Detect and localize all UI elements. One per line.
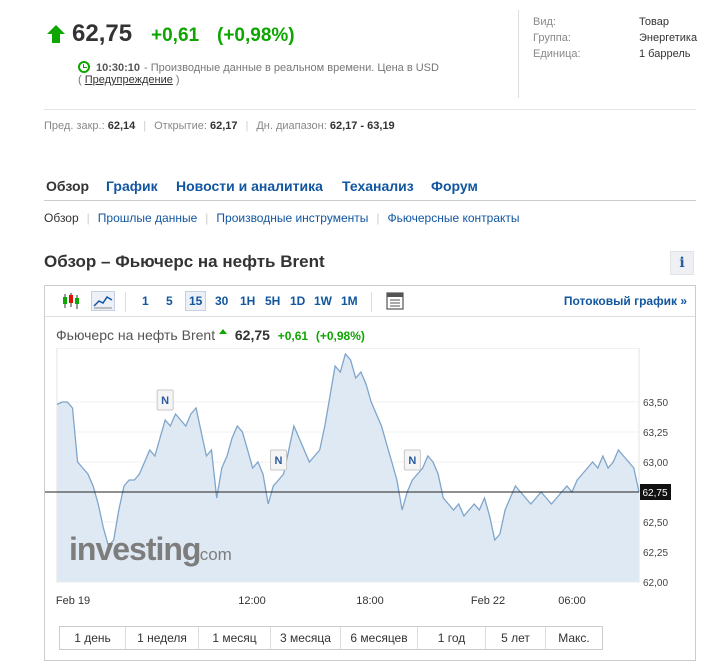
- disclaimer-row: ( Предупреждение ): [78, 74, 180, 86]
- y-tick-label: 62,25: [643, 548, 668, 559]
- paren-close: ): [175, 74, 180, 86]
- tab-news-analysis[interactable]: Новости и аналитика: [176, 178, 323, 194]
- range-1w[interactable]: 1 неделя: [126, 627, 199, 649]
- range-1d[interactable]: 1 день: [60, 627, 126, 649]
- section-title: Обзор – Фьючерс на нефть Brent: [44, 252, 325, 271]
- interval-30[interactable]: 30: [215, 294, 228, 308]
- instrument-info: Вид: Товар Группа: Энергетика Единица: 1…: [518, 10, 698, 98]
- y-tick-label: 63,50: [643, 398, 668, 409]
- news-marker-label: N: [161, 395, 169, 407]
- x-tick-label: 18:00: [356, 595, 384, 607]
- y-tick-label: 63,25: [643, 428, 668, 439]
- info-label-unit: Единица:: [533, 48, 581, 60]
- y-tick-label: 63,00: [643, 458, 668, 469]
- toolbar-divider: [371, 292, 372, 312]
- interval-15[interactable]: 15: [185, 291, 207, 311]
- sub-tabs: Обзор | Прошлые данные | Производные инструм…: [44, 211, 520, 225]
- interval-1m[interactable]: 1M: [341, 294, 358, 308]
- update-time: 10:30:10: [96, 62, 141, 74]
- info-value-group: Энергетика: [639, 32, 698, 44]
- range-6m[interactable]: 6 месяцев: [341, 627, 418, 649]
- price-change-percent: (+0,98%): [217, 25, 295, 46]
- chart-widget: 1 5 15 30 1H 5H 1D 1W 1M Потоковый графи…: [44, 285, 696, 661]
- tab-forum[interactable]: Форум: [431, 178, 478, 194]
- info-button[interactable]: i: [670, 251, 694, 275]
- arrow-up-icon: [218, 329, 227, 334]
- prev-close-label: Пред. закр.:: [44, 120, 105, 132]
- main-tabs: Обзор График Новости и аналитика Теханал…: [44, 178, 696, 201]
- subtab-futures[interactable]: Фьючерсные контракты: [388, 211, 520, 225]
- investing-logo: investing: [69, 531, 200, 567]
- range-3m[interactable]: 3 месяца: [271, 627, 341, 649]
- tab-technical[interactable]: Теханализ: [342, 178, 414, 194]
- clock-icon: [78, 61, 90, 73]
- interval-1w[interactable]: 1W: [314, 294, 332, 308]
- open-label: Открытие:: [154, 120, 207, 132]
- realtime-note: - Производные данные в реальном времени.…: [144, 62, 439, 74]
- range-5y[interactable]: 5 лет: [486, 627, 546, 649]
- day-range-label: Дн. диапазон:: [256, 120, 327, 132]
- divider: [44, 109, 696, 110]
- subtab-historical[interactable]: Прошлые данные: [98, 211, 197, 225]
- subtab-overview[interactable]: Обзор: [44, 211, 79, 225]
- interval-1d[interactable]: 1D: [290, 294, 305, 308]
- news-marker-label: N: [274, 455, 282, 467]
- paren-open: (: [78, 74, 82, 86]
- x-tick-label: 12:00: [238, 595, 266, 607]
- interval-1[interactable]: 1: [142, 294, 149, 308]
- x-tick-label: 06:00: [558, 595, 586, 607]
- tab-chart[interactable]: График: [106, 178, 158, 194]
- prev-close-value: 62,14: [107, 120, 136, 132]
- info-value-unit: 1 баррель: [639, 48, 691, 60]
- chart-toolbar: 1 5 15 30 1H 5H 1D 1W 1M Потоковый графи…: [45, 286, 695, 317]
- update-time-row: 10:30:10- Производные данные в реальном …: [78, 59, 439, 74]
- interval-5h[interactable]: 5H: [265, 294, 280, 308]
- range-selector: 1 день 1 неделя 1 месяц 3 месяца 6 месяц…: [59, 626, 603, 650]
- interval-1h[interactable]: 1H: [240, 294, 255, 308]
- chart-change: +0,61: [277, 329, 309, 343]
- toolbar-divider: [125, 292, 126, 312]
- candlestick-icon[interactable]: [61, 291, 85, 311]
- range-1m[interactable]: 1 месяц: [199, 627, 271, 649]
- info-value-type: Товар: [639, 16, 669, 28]
- daily-stats: Пред. закр.: 62,14 | Открытие: 62,17 | Дн. д…: [44, 120, 395, 132]
- streaming-chart-link[interactable]: Потоковый график »: [564, 294, 687, 308]
- price-change: +0,61: [151, 25, 200, 46]
- info-label-type: Вид:: [533, 16, 556, 28]
- chart-header: Фьючерс на нефть Brent 62,75 +0,61 (+0,9…: [56, 327, 365, 343]
- area-chart-icon[interactable]: [91, 291, 115, 311]
- subtab-derivatives[interactable]: Производные инструменты: [216, 211, 368, 225]
- open-value: 62,17: [209, 120, 238, 132]
- y-tick-label: 62,00: [643, 578, 668, 589]
- price-chart[interactable]: 62,75 63,50 63,25 63,00 62,50 62,25 62,00 Feb 1…: [45, 348, 695, 624]
- current-price-label: 62,75: [642, 488, 667, 499]
- y-tick-label: 62,50: [643, 518, 668, 529]
- chart-change-percent: (+0,98%): [315, 329, 365, 343]
- last-price: 62,75: [72, 20, 133, 47]
- data-table-icon[interactable]: [385, 291, 409, 311]
- tab-overview[interactable]: Обзор: [46, 178, 89, 194]
- investing-logo-suffix: .com: [195, 545, 232, 564]
- chart-instrument-name: Фьючерс на нефть Brent: [56, 327, 216, 343]
- range-max[interactable]: Макс.: [546, 627, 602, 649]
- chart-price: 62,75: [234, 327, 270, 343]
- x-tick-label: Feb 22: [471, 595, 505, 607]
- interval-5[interactable]: 5: [166, 294, 173, 308]
- x-tick-label: Feb 19: [56, 595, 90, 607]
- news-marker-label: N: [408, 455, 416, 467]
- disclaimer-link[interactable]: Предупреждение: [85, 74, 173, 86]
- day-range-value: 62,17 - 63,19: [329, 120, 395, 132]
- range-1y[interactable]: 1 год: [418, 627, 486, 649]
- info-label-group: Группа:: [533, 32, 571, 44]
